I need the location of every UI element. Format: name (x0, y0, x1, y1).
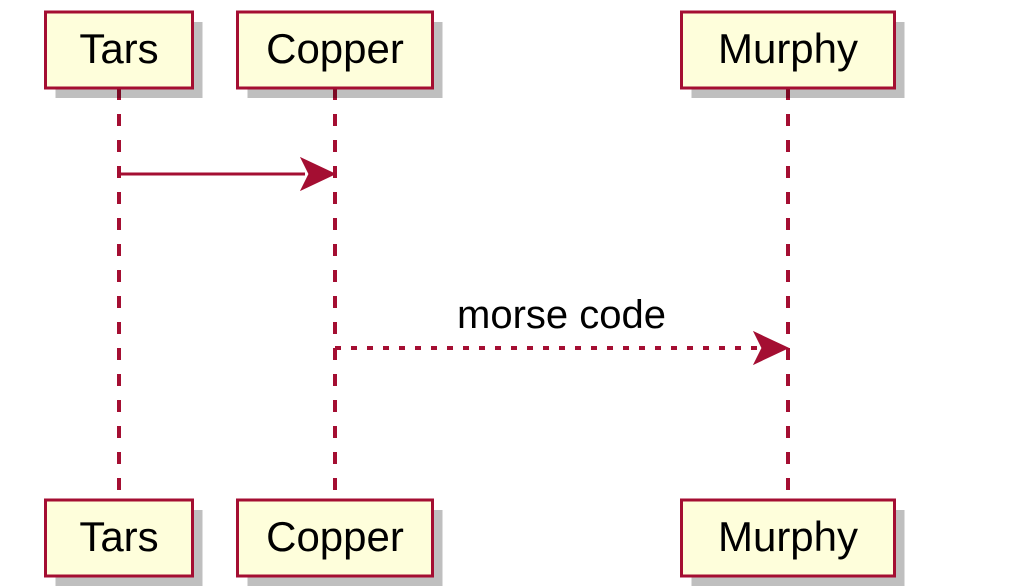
participant-label-murphy-top: Murphy (718, 25, 858, 72)
participant-label-copper-bottom: Copper (266, 513, 404, 560)
message-label-copper-to-murphy: morse code (457, 293, 666, 337)
participant-label-murphy-bottom: Murphy (718, 513, 858, 560)
participant-label-copper-top: Copper (266, 25, 404, 72)
arrowhead-tars-to-copper (301, 158, 335, 190)
participant-label-tars-top: Tars (79, 25, 158, 72)
participant-label-tars-bottom: Tars (79, 513, 158, 560)
arrowhead-copper-to-murphy (754, 332, 788, 364)
